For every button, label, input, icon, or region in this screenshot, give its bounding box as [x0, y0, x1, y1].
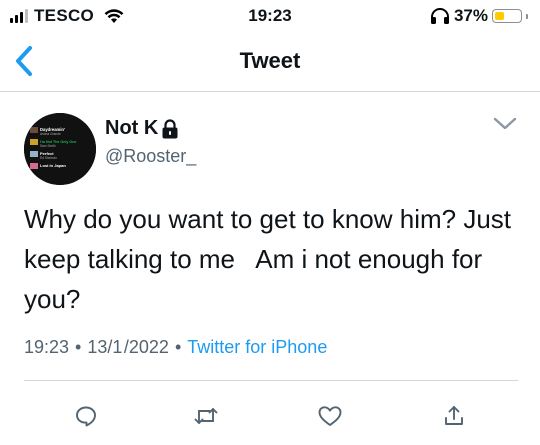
- page-title: Tweet: [239, 48, 301, 73]
- battery-percent: 37%: [453, 6, 488, 25]
- meta-separator: •: [75, 337, 82, 357]
- author-handle[interactable]: @Rooster_: [105, 146, 196, 167]
- battery-fill: [495, 12, 504, 20]
- author-name: Not K: [105, 117, 159, 139]
- status-bar: TESCO 19:23 37%: [0, 0, 540, 34]
- tweet-date: 13/1 /2022: [87, 337, 169, 357]
- battery-tip: [526, 13, 528, 19]
- author-name-row[interactable]: Not K: [105, 117, 179, 140]
- navigation-bar: Tweet: [0, 36, 540, 86]
- like-button[interactable]: [312, 398, 348, 434]
- tweet-text: Why do you want to get to know him? Just…: [24, 204, 519, 314]
- avatar[interactable]: Daydreamin' Ariana Grande I'm Not The On…: [24, 113, 96, 185]
- reply-icon: [76, 406, 96, 427]
- tweet-meta: 19:23 • 13/1 /2022 • Twitter for iPhone: [24, 337, 327, 358]
- tweet-time: 19:23: [24, 337, 70, 357]
- meta-divider: [24, 380, 518, 381]
- action-bar: [0, 394, 540, 434]
- share-button[interactable]: [436, 398, 472, 434]
- retweet-icon: [194, 408, 218, 424]
- heart-icon: [318, 406, 342, 426]
- retweet-button[interactable]: [188, 398, 224, 434]
- avatar-song-4: Lost In Japan: [40, 163, 66, 168]
- status-right: 37%: [430, 6, 528, 26]
- nav-divider: [0, 91, 540, 92]
- avatar-artist-3: Ed Sheeran: [40, 156, 57, 160]
- tweet-source-link[interactable]: Twitter for iPhone: [187, 337, 327, 358]
- reply-button[interactable]: [68, 398, 104, 434]
- lock-icon: [162, 118, 178, 138]
- share-icon: [445, 406, 463, 425]
- battery-icon: [492, 9, 522, 23]
- avatar-image: Daydreamin' Ariana Grande I'm Not The On…: [24, 113, 96, 185]
- meta-separator: •: [174, 337, 182, 357]
- avatar-artist-1: Ariana Grande: [40, 132, 61, 136]
- headphones-icon: [430, 8, 449, 24]
- avatar-artist-2: Sam Smith: [40, 144, 56, 148]
- chevron-down-icon[interactable]: [492, 116, 518, 132]
